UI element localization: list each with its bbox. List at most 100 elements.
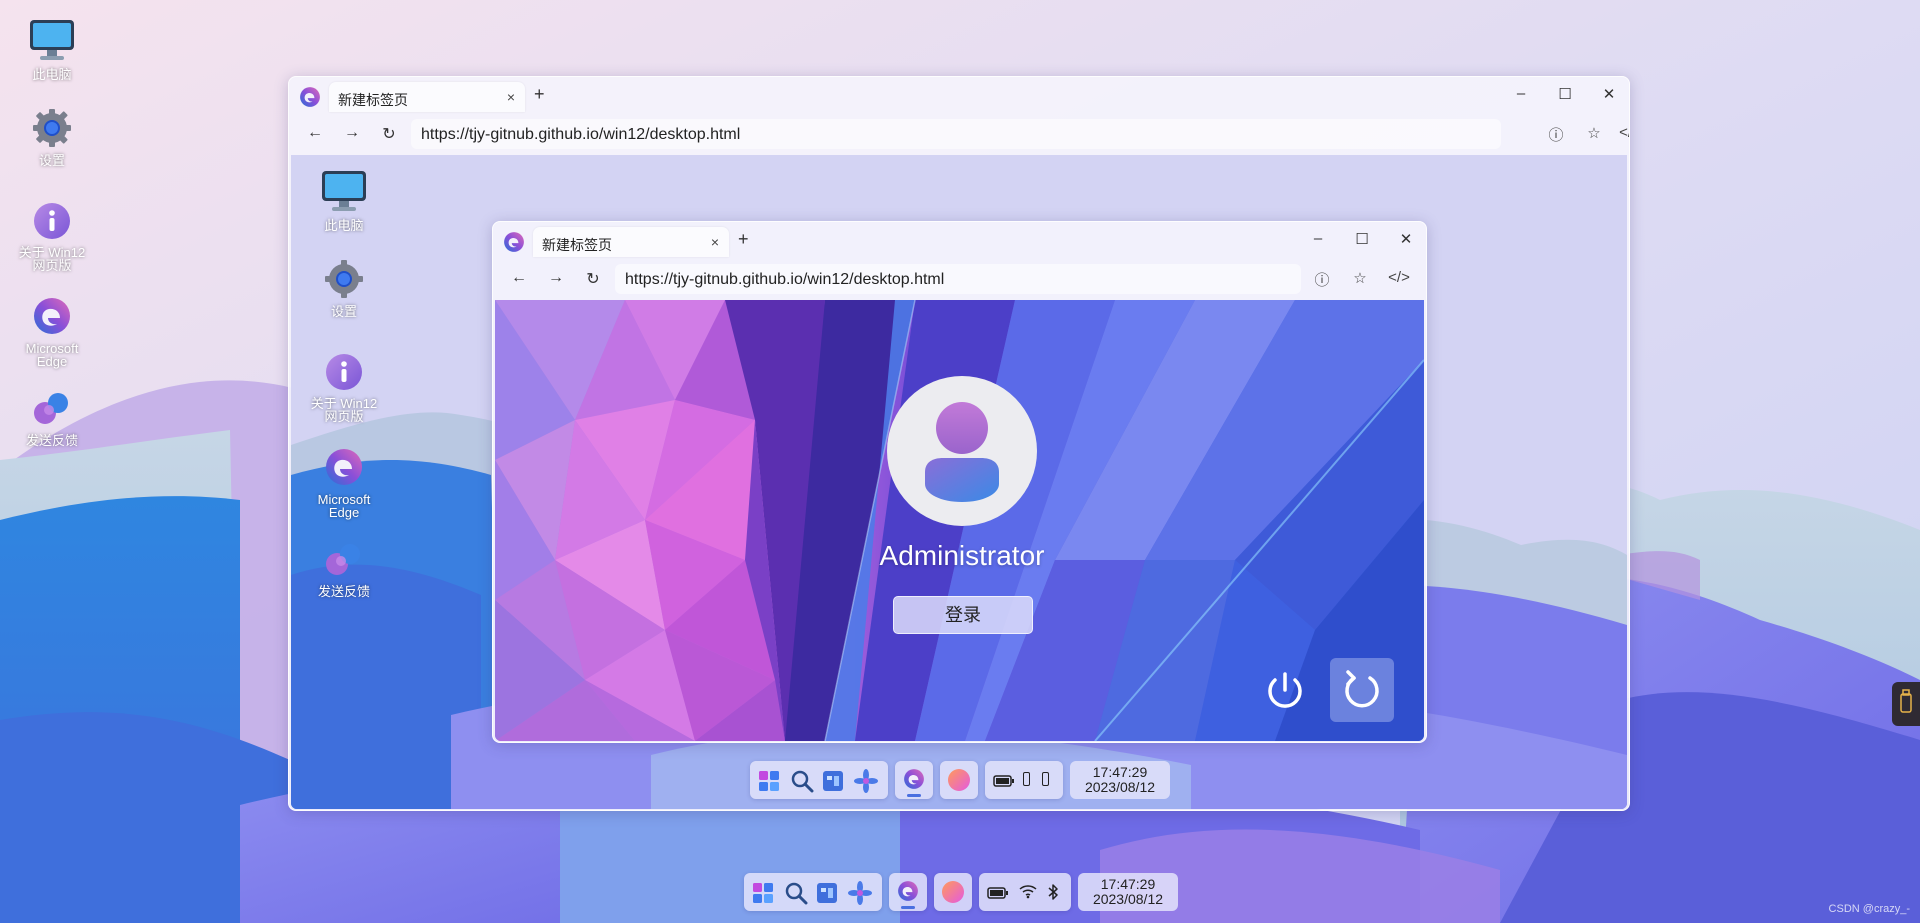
tab-title: 新建标签页 [338, 92, 408, 108]
watermark: CSDN @crazy_- [1828, 903, 1910, 915]
widgets-icon[interactable] [822, 770, 844, 797]
login-screen: Administrator 登录 [495, 300, 1424, 741]
info-icon [7, 202, 97, 242]
devtools-button[interactable]: </> [1619, 124, 1629, 141]
new-tab-button[interactable]: + [738, 229, 749, 250]
copilot-icon[interactable] [854, 769, 878, 798]
active-indicator [907, 794, 921, 797]
url-text: https://tjy-gitnub.github.io/win12/deskt… [625, 271, 945, 288]
gear-icon [299, 259, 389, 301]
desktop-icon-label: 关于 Win12 网页版 [18, 245, 86, 273]
desktop-icon-label: 设置 [330, 304, 357, 319]
maximize-button[interactable]: ☐ [1555, 85, 1575, 103]
tab-bar: 新建标签页 × + – ☐ ✕ [493, 222, 1426, 260]
forward-button[interactable]: → [546, 269, 566, 287]
login-button[interactable]: 登录 [893, 596, 1033, 634]
app-orb-icon [942, 881, 964, 903]
clock-date: 2023/08/12 [1084, 779, 1156, 795]
copilot-icon[interactable] [848, 881, 872, 910]
tab-bar: 新建标签页 × + – ☐ ✕ [289, 77, 1629, 115]
taskbar-edge[interactable] [889, 873, 927, 911]
embedded-taskbar-apps [750, 761, 888, 799]
info-icon [299, 353, 389, 393]
embedded-taskbar-tray[interactable] [985, 761, 1063, 799]
embedded-icon-edge[interactable]: Microsoft Edge [299, 447, 389, 519]
devtools-button[interactable]: </> [1388, 269, 1410, 286]
edge-icon [7, 296, 97, 338]
desktop-icon-label: Microsoft Edge [317, 492, 371, 520]
back-button[interactable]: ← [305, 124, 325, 142]
clock-time: 17:47:29 [1100, 876, 1156, 892]
taskbar-clock[interactable]: 17:47:29 2023/08/12 [1078, 873, 1178, 911]
desktop-icon-edge[interactable]: Microsoft Edge [7, 296, 97, 368]
embedded-icon-settings[interactable]: 设置 [299, 259, 389, 318]
clock-time: 17:47:29 [1092, 764, 1148, 780]
embedded-icon-about[interactable]: 关于 Win12 网页版 [299, 353, 389, 423]
desktop-icon-label: 发送反馈 [317, 584, 370, 599]
address-bar: ← → ↻ https://tjy-gitnub.github.io/win12… [493, 260, 1426, 298]
active-indicator [901, 906, 915, 909]
user-icon [925, 402, 999, 502]
site-info-button[interactable]: ⓘ [1311, 269, 1333, 290]
search-icon[interactable] [784, 881, 808, 910]
tab-new[interactable]: 新建标签页 × [533, 227, 729, 257]
back-button[interactable]: ← [509, 269, 529, 287]
embedded-taskbar-app2[interactable] [940, 761, 978, 799]
minimize-button[interactable]: – [1308, 230, 1328, 247]
edge-icon [503, 231, 525, 258]
user-avatar [887, 376, 1037, 526]
power-icon [1268, 672, 1302, 708]
favorite-button[interactable]: ☆ [1583, 124, 1605, 142]
wifi-icon [1019, 883, 1037, 904]
tab-close-button[interactable]: × [711, 234, 719, 250]
reload-button[interactable]: ↻ [583, 269, 603, 289]
embedded-taskbar-edge[interactable] [895, 761, 933, 799]
monitor-icon [7, 18, 97, 64]
url-input[interactable]: https://tjy-gitnub.github.io/win12/deskt… [411, 119, 1501, 149]
battery-icon [987, 886, 1009, 904]
app-orb-icon [948, 769, 970, 791]
desktop-icon-about[interactable]: 关于 Win12 网页版 [7, 202, 97, 272]
edge-icon [299, 86, 321, 113]
desktop-icon-label: 发送反馈 [25, 433, 78, 448]
url-input[interactable]: https://tjy-gitnub.github.io/win12/deskt… [615, 264, 1301, 294]
maximize-button[interactable]: ☐ [1352, 230, 1372, 248]
close-button[interactable]: ✕ [1599, 85, 1619, 103]
edge-icon [903, 768, 925, 795]
widgets-icon[interactable] [816, 882, 838, 909]
url-text: https://tjy-gitnub.github.io/win12/deskt… [421, 126, 741, 143]
tab-new[interactable]: 新建标签页 × [329, 82, 525, 112]
start-icon[interactable] [758, 770, 780, 797]
tab-close-button[interactable]: × [507, 89, 515, 105]
forward-button[interactable]: → [342, 124, 362, 142]
gear-icon [7, 108, 97, 150]
reload-button[interactable]: ↻ [379, 124, 399, 144]
taskbar-app2[interactable] [934, 873, 972, 911]
feedback-icon [299, 541, 389, 581]
favorite-button[interactable]: ☆ [1349, 269, 1371, 287]
site-info-button[interactable]: ⓘ [1545, 124, 1567, 145]
restart-icon [1345, 670, 1379, 708]
battery-icon [993, 774, 1015, 792]
desktop-icon-label: 此电脑 [324, 218, 364, 233]
bluetooth-icon [1047, 883, 1059, 906]
shutdown-button[interactable] [1253, 658, 1317, 722]
new-tab-button[interactable]: + [534, 84, 545, 105]
restart-button[interactable] [1330, 658, 1394, 722]
embedded-icon-feedback[interactable]: 发送反馈 [299, 541, 389, 598]
embedded-icon-this-pc[interactable]: 此电脑 [299, 169, 389, 232]
inner-browser-window: 新建标签页 × + – ☐ ✕ ← → ↻ https://tjy-gitnub… [492, 221, 1427, 743]
desktop-icon-settings[interactable]: 设置 [7, 108, 97, 167]
desktop-icon-feedback[interactable]: 发送反馈 [7, 390, 97, 447]
edge-icon [897, 880, 919, 907]
taskbar-tray[interactable] [979, 873, 1071, 911]
address-bar: ← → ↻ https://tjy-gitnub.github.io/win12… [289, 115, 1629, 153]
minimize-button[interactable]: – [1511, 85, 1531, 102]
close-button[interactable]: ✕ [1396, 230, 1416, 248]
start-icon[interactable] [752, 882, 774, 909]
desktop-icon-this-pc[interactable]: 此电脑 [7, 18, 97, 81]
embedded-taskbar-clock[interactable]: 17:47:29 2023/08/12 [1070, 761, 1170, 799]
side-widget-handle[interactable] [1892, 682, 1920, 726]
phone-icon [1023, 772, 1030, 786]
search-icon[interactable] [790, 769, 814, 798]
